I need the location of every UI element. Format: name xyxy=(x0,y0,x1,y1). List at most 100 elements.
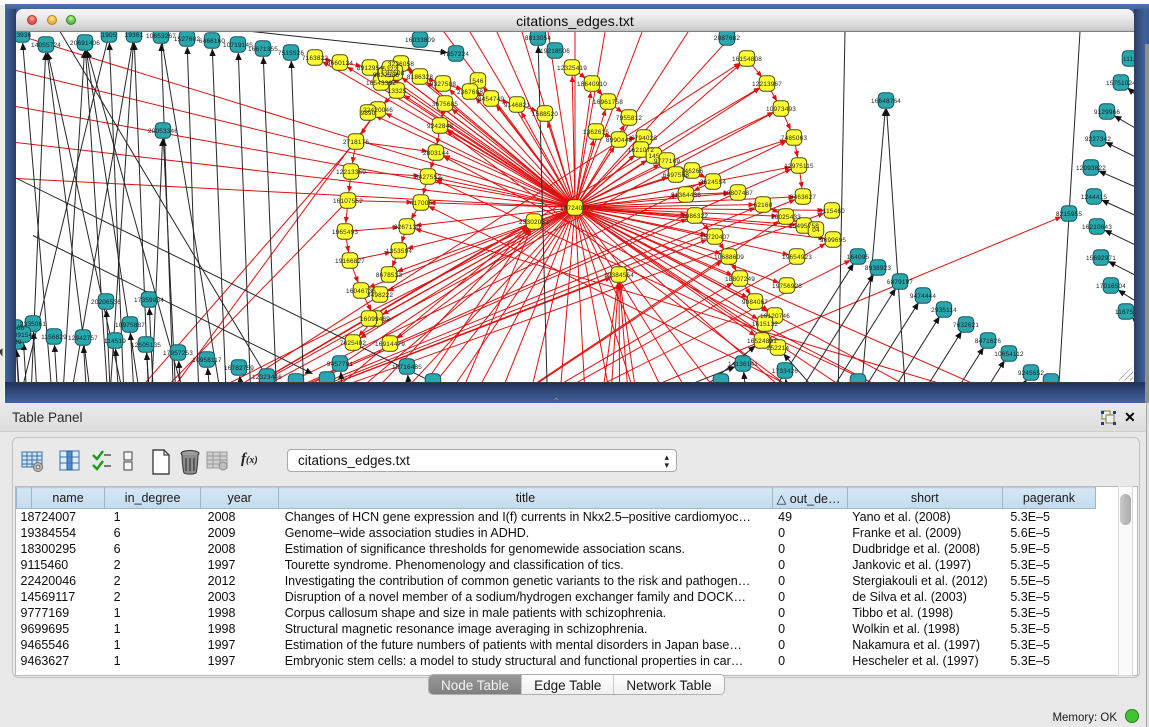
svg-text:6794028: 6794028 xyxy=(631,134,658,141)
svg-text:1112: 1112 xyxy=(1123,55,1134,62)
svg-text:10958117: 10958117 xyxy=(192,356,222,363)
svg-text:19384554: 19384554 xyxy=(604,271,634,278)
svg-text:6466160: 6466160 xyxy=(199,37,226,44)
svg-text:7515526: 7515526 xyxy=(278,49,305,56)
svg-text:939: 939 xyxy=(16,338,22,345)
svg-text:2718176: 2718176 xyxy=(343,138,370,145)
svg-text:19654923: 19654923 xyxy=(782,253,812,260)
svg-text:7986322: 7986322 xyxy=(682,212,709,219)
svg-text:9457791: 9457791 xyxy=(327,360,354,367)
svg-text:1244415: 1244415 xyxy=(1081,193,1108,200)
svg-text:12213369: 12213369 xyxy=(336,168,366,175)
svg-text:9129966: 9129966 xyxy=(1094,108,1121,115)
svg-text:8471626: 8471626 xyxy=(975,337,1002,344)
svg-text:16210643: 16210643 xyxy=(1082,223,1112,230)
svg-text:7625402: 7625402 xyxy=(340,339,367,346)
svg-text:2367608: 2367608 xyxy=(457,88,484,95)
svg-text:9463627: 9463627 xyxy=(790,193,817,200)
svg-text:20691406: 20691406 xyxy=(70,39,100,46)
svg-text:2335061: 2335061 xyxy=(20,320,47,327)
svg-text:9827508: 9827508 xyxy=(373,71,400,78)
svg-text:8660124: 8660124 xyxy=(327,59,354,66)
svg-text:3498222: 3498222 xyxy=(367,291,394,298)
svg-text:12975115: 12975115 xyxy=(784,162,814,169)
svg-text:116753: 116753 xyxy=(1115,308,1134,315)
svg-text:9777169: 9777169 xyxy=(654,157,681,164)
svg-text:10653267: 10653267 xyxy=(146,32,176,39)
svg-text:9245652: 9245652 xyxy=(1018,369,1045,376)
svg-text:15751024: 15751024 xyxy=(1106,79,1134,86)
svg-text:9699695: 9699695 xyxy=(820,236,847,243)
svg-text:20053346: 20053346 xyxy=(148,127,178,134)
svg-text:15692971: 15692971 xyxy=(1086,254,1116,261)
svg-text:7632621: 7632621 xyxy=(953,321,980,328)
svg-text:20206536: 20206536 xyxy=(91,298,121,305)
svg-text:8186328: 8186328 xyxy=(407,73,434,80)
svg-text:21364436: 21364436 xyxy=(671,191,701,198)
svg-text:9227342: 9227342 xyxy=(1085,135,1112,142)
svg-text:13936: 13936 xyxy=(16,32,32,39)
svg-text:10975887: 10975887 xyxy=(115,321,145,328)
svg-text:1965493: 1965493 xyxy=(332,228,359,235)
svg-text:12325419: 12325419 xyxy=(557,64,587,71)
svg-text:19756928: 19756928 xyxy=(772,282,802,289)
svg-text:114519: 114519 xyxy=(104,337,126,344)
svg-text:12942757: 12942757 xyxy=(68,334,98,341)
svg-text:16033809: 16033809 xyxy=(405,36,435,43)
svg-text:16099489: 16099489 xyxy=(360,315,390,322)
svg-text:19361: 19361 xyxy=(125,32,144,39)
svg-text:1905: 1905 xyxy=(101,32,116,39)
svg-text:1362615: 1362615 xyxy=(583,128,610,135)
svg-text:16648764: 16648764 xyxy=(871,97,901,104)
svg-text:1588520: 1588520 xyxy=(532,110,559,117)
svg-text:9084067: 9084067 xyxy=(742,298,769,305)
svg-text:417006: 417006 xyxy=(410,199,433,206)
svg-text:8938923: 8938923 xyxy=(865,264,892,271)
svg-text:12213967: 12213967 xyxy=(752,80,782,87)
svg-text:15716485: 15716485 xyxy=(392,363,422,370)
svg-text:16107552: 16107552 xyxy=(333,197,363,204)
svg-text:16671355: 16671355 xyxy=(248,45,278,52)
svg-text:5322: 5322 xyxy=(382,65,397,72)
svg-text:18640910: 18640910 xyxy=(577,80,607,87)
svg-text:62160: 62160 xyxy=(754,201,773,208)
svg-text:9242848: 9242848 xyxy=(427,122,454,129)
svg-text:8813054: 8813054 xyxy=(525,34,552,41)
svg-text:3624554: 3624554 xyxy=(700,178,727,185)
svg-text:10654112: 10654112 xyxy=(994,350,1024,357)
svg-text:3267130: 3267130 xyxy=(394,223,421,230)
svg-text:10688609: 10688609 xyxy=(714,253,744,260)
svg-text:7955812: 7955812 xyxy=(616,114,643,121)
svg-text:19218506: 19218506 xyxy=(540,47,570,54)
svg-text:15720407: 15720407 xyxy=(700,233,730,240)
svg-text:23302033: 23302033 xyxy=(519,218,549,225)
svg-text:8454749: 8454749 xyxy=(478,95,505,102)
svg-text:16154808: 16154808 xyxy=(732,55,762,62)
svg-text:10973493: 10973493 xyxy=(766,105,796,112)
svg-text:17359934: 17359934 xyxy=(134,296,164,303)
svg-text:16914479: 16914479 xyxy=(375,340,405,347)
svg-text:8215955: 8215955 xyxy=(1056,210,1083,217)
svg-text:12323446: 12323446 xyxy=(252,373,282,380)
svg-text:252214: 252214 xyxy=(767,344,790,351)
svg-text:3675685: 3675685 xyxy=(432,100,459,107)
svg-text:746266: 746266 xyxy=(681,167,704,174)
svg-text:2935114: 2935114 xyxy=(931,306,957,313)
svg-text:16120746: 16120746 xyxy=(760,312,790,319)
svg-text:1353594: 1353594 xyxy=(386,247,413,254)
svg-text:9474444: 9474444 xyxy=(910,292,937,299)
svg-text:2087682: 2087682 xyxy=(714,34,741,41)
svg-text:8912954: 8912954 xyxy=(357,64,384,71)
svg-text:16524861: 16524861 xyxy=(747,337,777,344)
svg-text:164095: 164095 xyxy=(847,253,870,260)
svg-text:19166827: 19166827 xyxy=(335,257,365,264)
svg-text:9115460: 9115460 xyxy=(819,207,845,214)
svg-text:14055724: 14055724 xyxy=(31,41,61,48)
svg-text:7857224: 7857224 xyxy=(443,50,470,57)
svg-text:9890: 9890 xyxy=(360,109,375,116)
svg-text:10807487: 10807487 xyxy=(723,189,753,196)
svg-text:9146821: 9146821 xyxy=(504,101,531,108)
svg-text:18807249: 18807249 xyxy=(725,275,755,282)
svg-text:04: 04 xyxy=(812,226,820,233)
svg-text:1156829: 1156829 xyxy=(41,333,67,340)
